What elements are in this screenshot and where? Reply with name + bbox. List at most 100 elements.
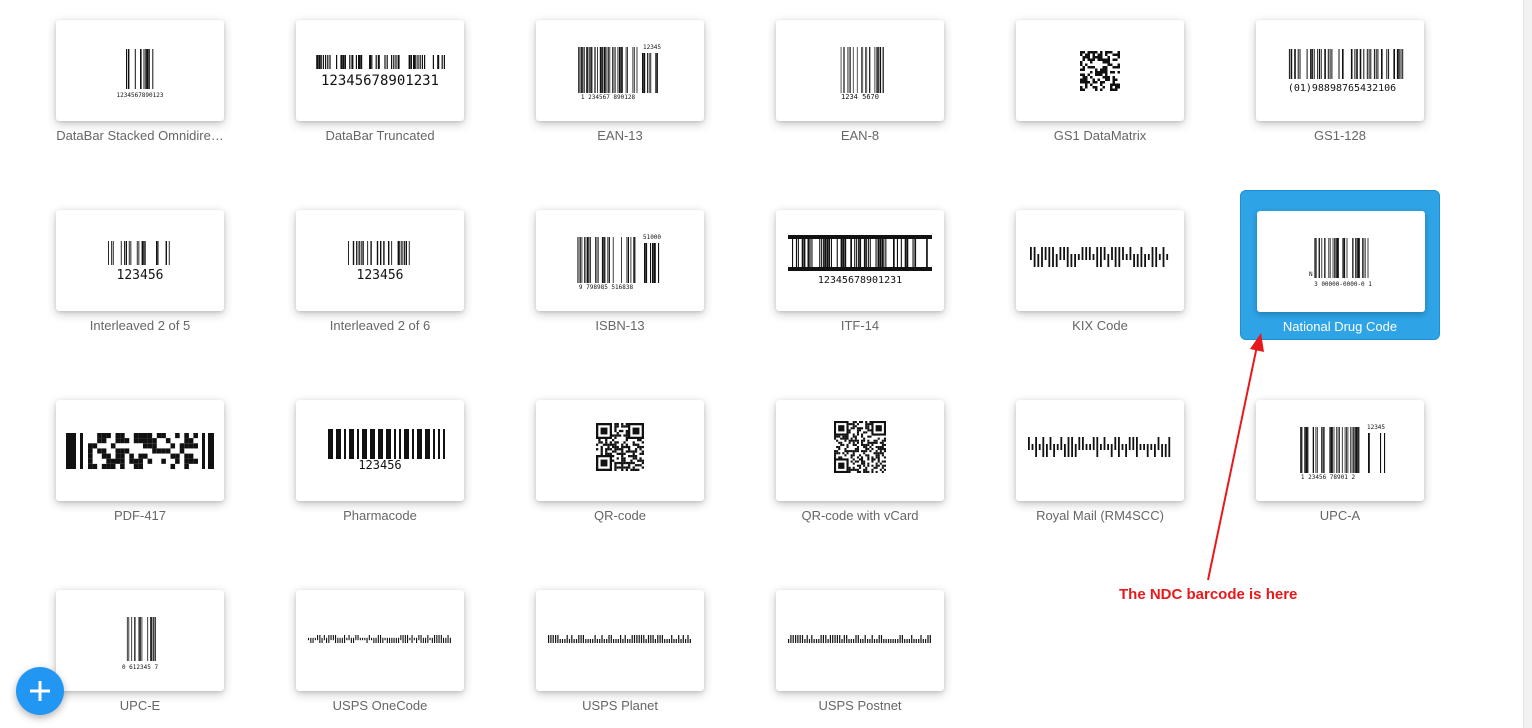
barcode-tile[interactable]: 1234567890123 DataBar Stacked Omnidire… (40, 0, 240, 150)
svg-text:1234567890123: 1234567890123 (117, 92, 164, 99)
barcode-preview: 12345678901231 (296, 20, 464, 121)
barcode-tile[interactable]: 123456 Interleaved 2 of 5 (40, 190, 240, 340)
svg-text:123456: 123456 (358, 458, 401, 472)
barcode-tile[interactable]: USPS Postnet (760, 570, 960, 720)
svg-text:12345: 12345 (643, 44, 661, 51)
royal-mail-barcode-icon (1028, 436, 1171, 457)
itf14-barcode-icon: 12345678901231 (788, 234, 932, 286)
barcode-preview: N3 00000-0000-0 1 (1257, 211, 1425, 312)
barcode-tile[interactable]: QR-code with vCard (760, 380, 960, 530)
barcode-tile-label: QR-code with vCard (801, 508, 919, 523)
barcode-tile[interactable]: 123456 Pharmacode (280, 380, 480, 530)
svg-text:12345678901231: 12345678901231 (321, 73, 439, 89)
plus-icon (30, 681, 50, 701)
interleaved-2of6-barcode-icon: 123456 (348, 240, 410, 283)
barcode-tile[interactable]: Royal Mail (RM4SCC) (1000, 380, 1200, 530)
svg-text:1 234567 890128: 1 234567 890128 (581, 94, 636, 101)
qr-vcard-icon (834, 420, 886, 473)
barcode-preview (776, 400, 944, 501)
barcode-tile-label: GS1 DataMatrix (1053, 128, 1147, 143)
barcode-tile[interactable]: 12345678901231 ITF-14 (760, 190, 960, 340)
barcode-tile-label: UPC-A (1319, 508, 1361, 523)
barcode-preview (1016, 20, 1184, 121)
barcode-tile[interactable]: 12345678901231 DataBar Truncated (280, 0, 480, 150)
svg-text:12345: 12345 (1367, 424, 1385, 431)
barcode-tile[interactable]: 123456 Interleaved 2 of 6 (280, 190, 480, 340)
gs1-128-barcode-icon: (01)98898765432106 (1288, 48, 1404, 94)
barcode-tile-label: DataBar Truncated (325, 128, 435, 143)
isbn13-barcode-icon: 9 798985 516838 51000 (577, 234, 661, 291)
barcode-tile[interactable]: KIX Code (1000, 190, 1200, 340)
barcode-tile-label: Interleaved 2 of 5 (89, 318, 191, 333)
svg-text:N: N (1309, 271, 1313, 278)
barcode-preview (776, 590, 944, 691)
add-button[interactable] (16, 667, 64, 715)
barcode-preview (536, 400, 704, 501)
barcode-preview: (01)98898765432106 (1256, 20, 1424, 121)
scrollbar[interactable] (1523, 0, 1532, 728)
barcode-tile[interactable]: 1 234567 890128 12345 EAN-13 (520, 0, 720, 150)
barcode-tile-label: Royal Mail (RM4SCC) (1036, 508, 1164, 523)
svg-text:1 23456 78901 2: 1 23456 78901 2 (1301, 474, 1356, 481)
barcode-tile[interactable]: N3 00000-0000-0 1 National Drug Code (1240, 190, 1440, 340)
barcode-tile[interactable]: 1 23456 78901 2 12345 UPC-A (1240, 380, 1440, 530)
svg-text:0 612345 7: 0 612345 7 (122, 664, 159, 671)
usps-onecode-barcode-icon (308, 634, 451, 643)
barcode-preview: 123456 (56, 210, 224, 311)
barcode-tile[interactable]: USPS OneCode (280, 570, 480, 720)
barcode-preview: 9 798985 516838 51000 (536, 210, 704, 311)
upce-barcode-icon: 0 612345 7 (122, 616, 159, 671)
svg-text:1234 5670: 1234 5670 (841, 93, 879, 101)
qr-code-icon (596, 422, 644, 471)
barcode-tile-label: DataBar Stacked Omnidire… (56, 128, 224, 143)
svg-text:51000: 51000 (643, 234, 661, 241)
barcode-preview (1016, 400, 1184, 501)
barcode-tile[interactable]: USPS Planet (520, 570, 720, 720)
barcode-tile-label: Interleaved 2 of 6 (329, 318, 431, 333)
barcode-tile[interactable]: QR-code (520, 380, 720, 530)
barcode-preview (296, 590, 464, 691)
annotation-text: The NDC barcode is here (1119, 586, 1298, 603)
ean13-barcode-icon: 1 234567 890128 12345 (578, 44, 661, 101)
svg-text:123456: 123456 (357, 268, 404, 283)
barcode-preview: 123456 (296, 400, 464, 501)
barcode-tile[interactable]: (01)98898765432106 GS1-128 (1240, 0, 1440, 150)
barcode-tile[interactable]: 1234 5670 EAN-8 (760, 0, 960, 150)
barcode-tile[interactable]: GS1 DataMatrix (1000, 0, 1200, 150)
barcode-tile-label: GS1-128 (1313, 128, 1367, 143)
ean8-barcode-icon: 1234 5670 (840, 46, 884, 101)
barcode-tile-label: ITF-14 (840, 318, 880, 333)
interleaved-2of5-barcode-icon: 123456 (108, 240, 170, 283)
barcode-tile[interactable]: 9 798985 516838 51000 ISBN-13 (520, 190, 720, 340)
kix-postal-barcode-icon (1030, 246, 1169, 267)
svg-text:3 00000-0000-0 1: 3 00000-0000-0 1 (1314, 281, 1372, 288)
svg-text:123456: 123456 (117, 268, 164, 283)
barcode-tile-label: Pharmacode (343, 508, 417, 523)
databar-stacked-barcode-icon: 1234567890123 (117, 48, 164, 99)
upca-barcode-icon: 1 23456 78901 2 12345 (1300, 424, 1385, 481)
databar-truncated-barcode-icon: 12345678901231 (316, 54, 445, 89)
barcode-preview (56, 400, 224, 501)
barcode-tile[interactable]: 0 612345 7 UPC-E (40, 570, 240, 720)
barcode-preview (536, 590, 704, 691)
barcode-tile-label: USPS Postnet (818, 698, 902, 713)
pharmacode-barcode-icon: 123456 (328, 428, 445, 472)
svg-text:9 798985 516838: 9 798985 516838 (579, 284, 634, 291)
barcode-preview: 0 612345 7 (56, 590, 224, 691)
barcode-type-grid: 1234567890123 DataBar Stacked Omnidire… 12… (0, 0, 1532, 728)
barcode-preview: 1234 5670 (776, 20, 944, 121)
barcode-preview: 123456 (296, 210, 464, 311)
barcode-tile-label: USPS Planet (582, 698, 658, 713)
barcode-tile-label: ISBN-13 (595, 318, 645, 333)
barcode-tile[interactable]: PDF-417 (40, 380, 240, 530)
barcode-tile-label: QR-code (593, 508, 647, 523)
datamatrix-icon (1080, 50, 1120, 91)
usps-postnet-barcode-icon (788, 634, 931, 643)
barcode-preview (1016, 210, 1184, 311)
svg-text:(01)98898765432106: (01)98898765432106 (1288, 83, 1396, 94)
barcode-tile-label: National Drug Code (1282, 319, 1398, 334)
barcode-preview: 1234567890123 (56, 20, 224, 121)
barcode-tile-label: USPS OneCode (332, 698, 428, 713)
barcode-tile-label: EAN-13 (597, 128, 643, 143)
barcode-preview: 12345678901231 (776, 210, 944, 311)
